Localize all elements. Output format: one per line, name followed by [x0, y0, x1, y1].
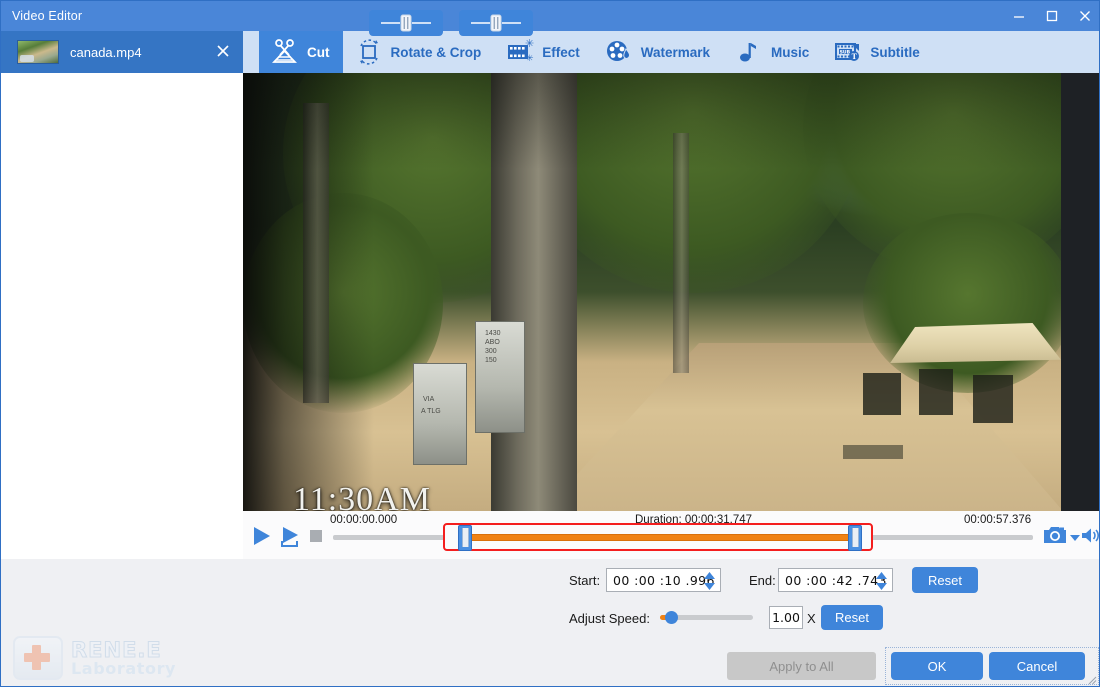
- end-time-stepper[interactable]: [876, 572, 887, 590]
- crop-rotate-icon: [354, 38, 384, 66]
- start-time-value: 00 :00 :10 .996: [613, 573, 715, 588]
- film-sparkle-icon: ✳ ✳: [505, 38, 535, 66]
- tab-rotate-crop-label: Rotate & Crop: [391, 45, 482, 60]
- video-scene-chair: [843, 445, 903, 459]
- cancel-button[interactable]: Cancel: [989, 652, 1085, 680]
- file-tab-canada[interactable]: canada.mp4: [1, 31, 243, 73]
- video-scene-chair: [863, 373, 901, 415]
- reset-trim-button[interactable]: Reset: [912, 567, 978, 593]
- close-button[interactable]: [1068, 1, 1100, 31]
- video-scene-chair: [973, 375, 1013, 423]
- tab-subtitle[interactable]: SUB T Subtitle: [822, 31, 933, 73]
- maximize-button[interactable]: [1035, 1, 1068, 31]
- video-frame: VIA A TLG 1430 ABO 300 150 11:30AM NIZZA…: [243, 73, 1061, 511]
- timeline-handle-end[interactable]: [848, 525, 862, 551]
- video-scene-sign-text: 150: [485, 357, 497, 365]
- video-scene-trunk: [673, 133, 689, 373]
- start-time-stepper[interactable]: [704, 572, 715, 590]
- tab-cut-label: Cut: [307, 45, 330, 60]
- video-scene-signbox: VIA A TLG: [413, 363, 467, 465]
- video-scene-sign-text: ABO: [485, 339, 500, 347]
- resize-grip[interactable]: [1085, 672, 1097, 684]
- video-scene-trunk: [303, 103, 329, 403]
- end-time-input[interactable]: 00 :00 :42 .743: [778, 568, 893, 592]
- left-pane: [1, 73, 244, 559]
- speed-value-input[interactable]: 1.00: [769, 606, 803, 629]
- tab-cut[interactable]: Cut: [259, 31, 343, 73]
- tab-subtitle-label: Subtitle: [870, 45, 920, 60]
- file-thumbnail: [17, 40, 59, 64]
- video-scene-signbox: 1430 ABO 300 150: [475, 321, 525, 433]
- start-time-label: Start:: [569, 573, 600, 588]
- tab-rotate-crop[interactable]: Rotate & Crop: [343, 31, 495, 73]
- play-selection-button[interactable]: [280, 525, 302, 552]
- tab-effect[interactable]: ✳ ✳ Effect: [494, 31, 593, 73]
- video-scene-sign-text: 1430: [485, 330, 501, 338]
- end-time-label: End:: [749, 573, 776, 588]
- video-scene-chair: [919, 369, 953, 415]
- video-scene-sign-text: 300: [485, 348, 497, 356]
- end-time-value: 00 :00 :42 .743: [785, 573, 887, 588]
- set-start-marker-button[interactable]: [369, 10, 443, 36]
- svg-text:SUB: SUB: [840, 49, 851, 55]
- scissors-icon: [270, 38, 300, 66]
- video-scene-foliage: [863, 213, 1061, 393]
- file-tab-label: canada.mp4: [70, 45, 142, 60]
- tab-watermark-label: Watermark: [641, 45, 710, 60]
- subtitle-icon: SUB T: [833, 38, 863, 66]
- tab-music[interactable]: Music: [723, 31, 822, 73]
- reel-drop-icon: [604, 38, 634, 66]
- play-button[interactable]: [251, 525, 273, 552]
- adjust-speed-label: Adjust Speed:: [569, 611, 650, 626]
- tab-music-label: Music: [771, 45, 809, 60]
- speed-slider-knob[interactable]: [665, 611, 678, 624]
- toolbar-tabstrip: canada.mp4 C: [1, 31, 1100, 73]
- video-scene-sign-text: A TLG: [421, 408, 441, 416]
- logo-cross-icon: [32, 645, 41, 670]
- timeline-handle-start[interactable]: [458, 525, 472, 551]
- snapshot-icon[interactable]: [1043, 525, 1067, 550]
- svg-text:✳: ✳: [526, 54, 534, 64]
- timeline-total-time: 00:00:57.376: [964, 514, 1031, 526]
- video-preview[interactable]: VIA A TLG 1430 ABO 300 150 11:30AM NIZZA…: [243, 73, 1100, 511]
- editor-tabs: Cut Rotate & Crop: [259, 31, 933, 73]
- apply-to-all-button[interactable]: Apply to All: [727, 652, 876, 680]
- close-icon[interactable]: [215, 43, 231, 59]
- stop-button[interactable]: [310, 530, 322, 542]
- speed-unit-label: X: [807, 611, 816, 626]
- timeline-selection-fill[interactable]: [459, 534, 861, 541]
- music-note-icon: [734, 38, 764, 66]
- tab-watermark[interactable]: Watermark: [593, 31, 723, 73]
- video-scene-trunk: [491, 73, 577, 511]
- svg-text:✳: ✳: [525, 38, 534, 50]
- svg-text:T: T: [852, 52, 858, 61]
- logo-case-icon: [13, 636, 63, 680]
- tab-effect-label: Effect: [542, 45, 580, 60]
- logo-text: RENE.E Laboratory: [71, 638, 176, 678]
- logo-line2: Laboratory: [71, 659, 176, 678]
- reset-speed-button[interactable]: Reset: [821, 605, 883, 630]
- timeline-bar: 00:00:00.000 Duration: 00:00:31.747 00:0…: [243, 511, 1100, 560]
- video-editor-window: Video Editor canada.mp4: [0, 0, 1100, 687]
- start-time-input[interactable]: 00 :00 :10 .996: [606, 568, 721, 592]
- window-title: Video Editor: [12, 9, 82, 23]
- window-controls: [1002, 1, 1100, 31]
- video-overlay-time: 11:30AM: [293, 481, 431, 511]
- rene-e-logo: RENE.E Laboratory: [13, 636, 176, 680]
- volume-icon[interactable]: [1081, 527, 1100, 549]
- minimize-button[interactable]: [1002, 1, 1035, 31]
- ok-button[interactable]: OK: [891, 652, 983, 680]
- video-scene-sign-text: VIA: [423, 396, 434, 404]
- title-bar: Video Editor: [1, 1, 1100, 31]
- timeline-start-time: 00:00:00.000: [330, 514, 397, 526]
- set-end-marker-button[interactable]: [459, 10, 533, 36]
- chevron-down-icon[interactable]: [1070, 535, 1080, 541]
